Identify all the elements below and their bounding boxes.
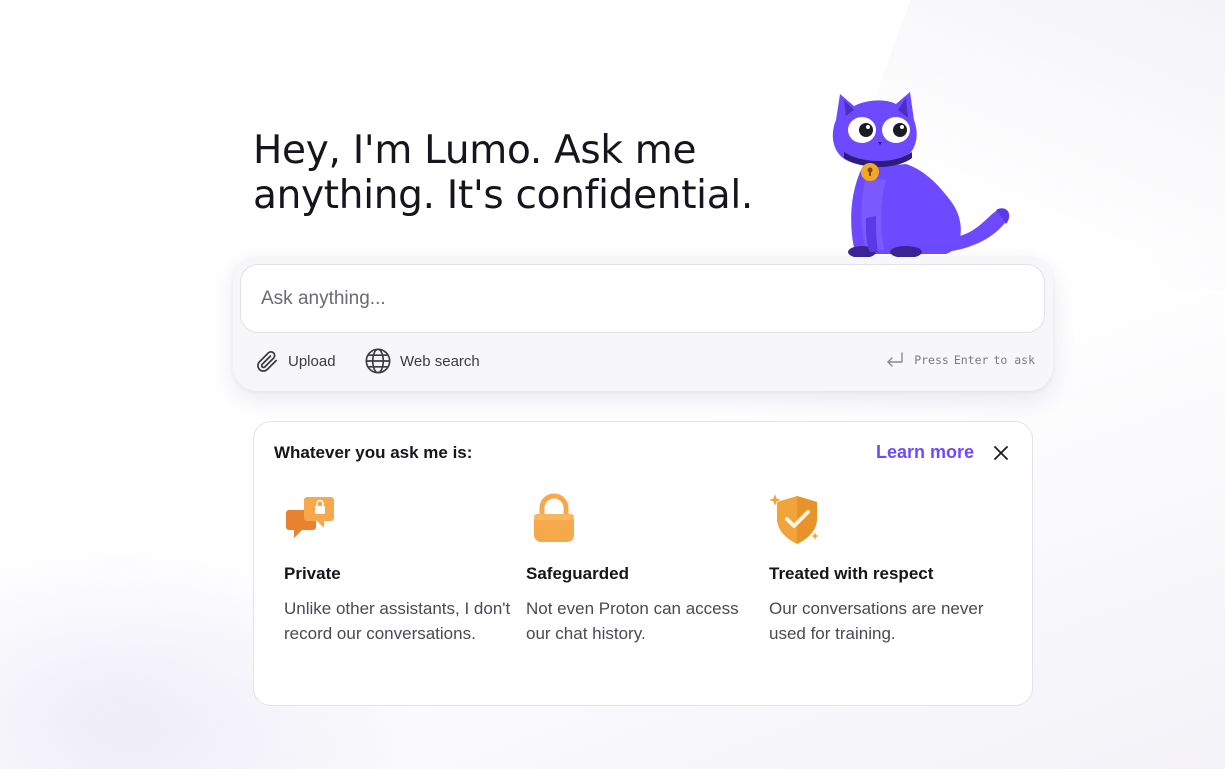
feature-title: Safeguarded bbox=[526, 564, 629, 583]
paperclip-icon bbox=[257, 351, 278, 372]
enter-return-icon bbox=[887, 352, 903, 367]
enter-hint: Press Enter to ask bbox=[885, 351, 1035, 369]
globe-icon bbox=[365, 348, 391, 374]
privacy-info-card: Whatever you ask me is: Learn more Priva… bbox=[253, 421, 1033, 706]
lumo-cat-mascot-icon bbox=[832, 92, 1010, 258]
headline-line-1: Hey, I'm Lumo. Ask me bbox=[253, 128, 697, 173]
feature-title: Private bbox=[284, 564, 341, 583]
hint-press: Press bbox=[914, 353, 949, 367]
learn-more-link[interactable]: Learn more bbox=[876, 442, 974, 463]
chat-bubbles-lock-icon bbox=[286, 497, 334, 538]
hint-suffix: to ask bbox=[993, 353, 1035, 367]
ask-input-container[interactable] bbox=[240, 264, 1045, 333]
shield-check-icon bbox=[769, 494, 819, 544]
upload-label: Upload bbox=[288, 352, 336, 370]
feature-title: Treated with respect bbox=[769, 564, 934, 583]
close-card-button[interactable] bbox=[990, 442, 1012, 464]
web-search-button[interactable]: Web search bbox=[364, 346, 480, 376]
upload-button[interactable]: Upload bbox=[254, 346, 336, 376]
close-icon bbox=[994, 446, 1008, 460]
feature-description: Unlike other assistants, I don't record … bbox=[284, 599, 511, 643]
feature-description: Not even Proton can access our chat hist… bbox=[526, 599, 739, 643]
chat-composer: Upload Web search Press Enter to ask bbox=[233, 257, 1053, 391]
web-search-label: Web search bbox=[400, 352, 480, 370]
feature-private: Private Unlike other assistants, I don't… bbox=[284, 492, 524, 646]
feature-description: Our conversations are never used for tra… bbox=[769, 599, 984, 643]
headline-line-2: anything. It's confidential. bbox=[253, 173, 753, 218]
page-headline: Hey, I'm Lumo. Ask me anything. It's con… bbox=[253, 128, 833, 218]
feature-respect: Treated with respect Our conversations a… bbox=[769, 492, 1009, 646]
padlock-icon bbox=[534, 493, 574, 542]
feature-safeguarded: Safeguarded Not even Proton can access o… bbox=[526, 492, 766, 646]
hint-key: Enter bbox=[953, 353, 989, 367]
ask-input[interactable] bbox=[261, 287, 1044, 310]
card-heading: Whatever you ask me is: bbox=[274, 443, 473, 462]
